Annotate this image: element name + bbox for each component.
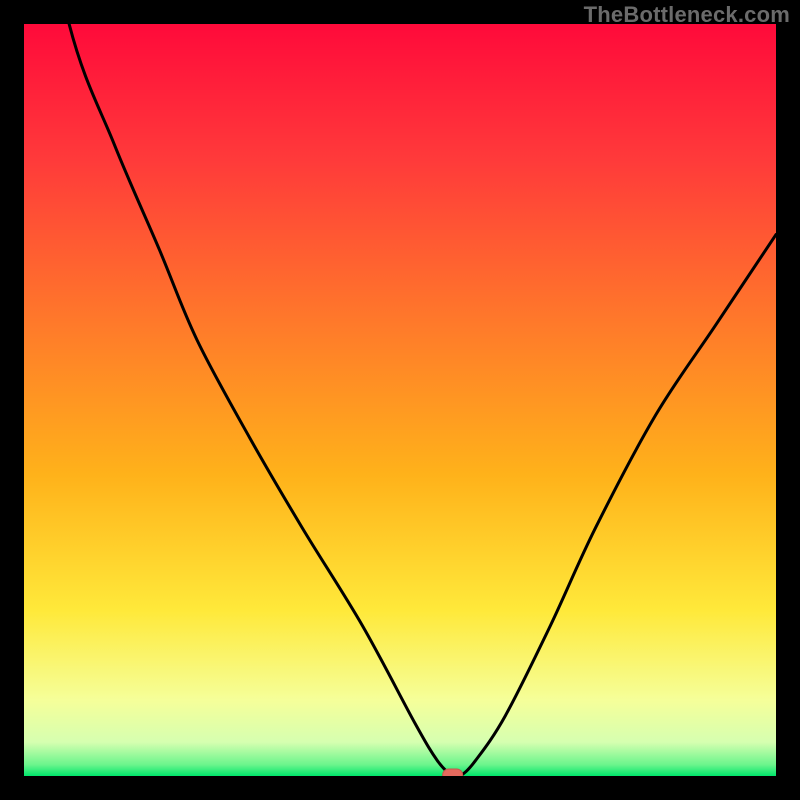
chart-svg xyxy=(24,24,776,776)
plot-area xyxy=(24,24,776,776)
optimum-marker xyxy=(443,769,463,776)
outer-frame: TheBottleneck.com xyxy=(0,0,800,800)
